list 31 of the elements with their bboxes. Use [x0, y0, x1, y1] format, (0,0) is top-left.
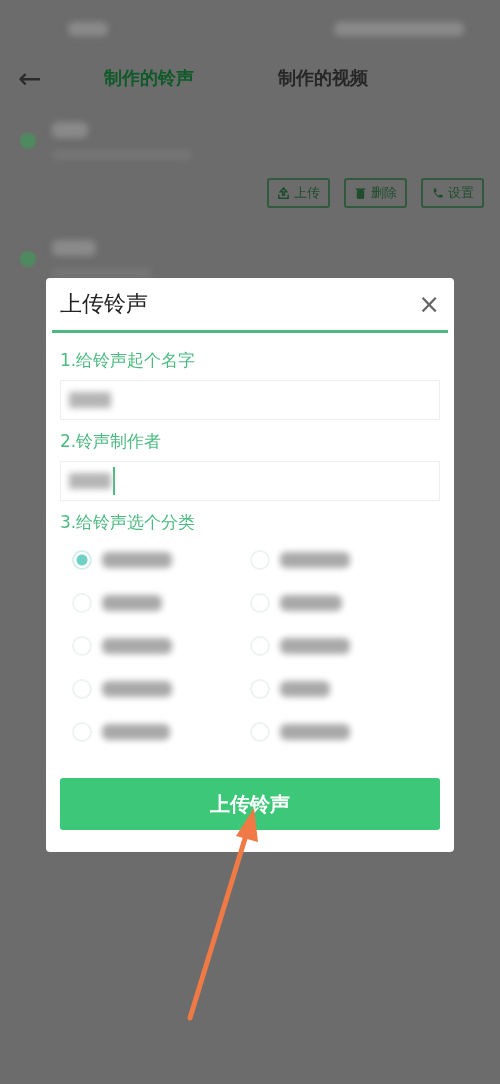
tab[interactable]: 制作的铃声	[104, 66, 194, 90]
blurred-text	[280, 595, 342, 611]
dialog-title: 上传铃声	[60, 290, 148, 318]
blurred-text	[102, 724, 170, 740]
field-label: 1.给铃声起个名字	[60, 349, 196, 372]
blurred-text	[102, 595, 162, 611]
tab[interactable]: 制作的视频	[278, 66, 368, 90]
blurred-icon	[20, 133, 36, 149]
back-button[interactable]: ←	[18, 61, 104, 95]
blurred-text	[52, 240, 96, 256]
blurred-text	[280, 552, 350, 568]
action-button[interactable]: 设置	[421, 178, 484, 208]
trash-icon	[354, 186, 367, 200]
field-label: 3.给铃声选个分类	[60, 511, 196, 534]
blurred-text	[102, 552, 172, 568]
action-button[interactable]: 上传	[267, 178, 330, 208]
upload-button[interactable]: 上传铃声	[60, 778, 440, 830]
upload-icon	[277, 186, 290, 200]
close-button[interactable]: ×	[418, 291, 440, 317]
action-button[interactable]: 删除	[344, 178, 407, 208]
blurred-text	[280, 638, 350, 654]
radio-button[interactable]	[72, 550, 92, 570]
phone-icon	[431, 186, 444, 200]
blurred-text	[280, 681, 330, 697]
blurred-icon	[20, 251, 36, 267]
blurred-text	[102, 638, 172, 654]
blurred-text	[52, 122, 88, 138]
blurred-text	[68, 22, 108, 36]
field-label: 2.铃声制作者	[60, 430, 162, 453]
blurred-text	[280, 724, 350, 740]
blurred-text	[102, 681, 172, 697]
